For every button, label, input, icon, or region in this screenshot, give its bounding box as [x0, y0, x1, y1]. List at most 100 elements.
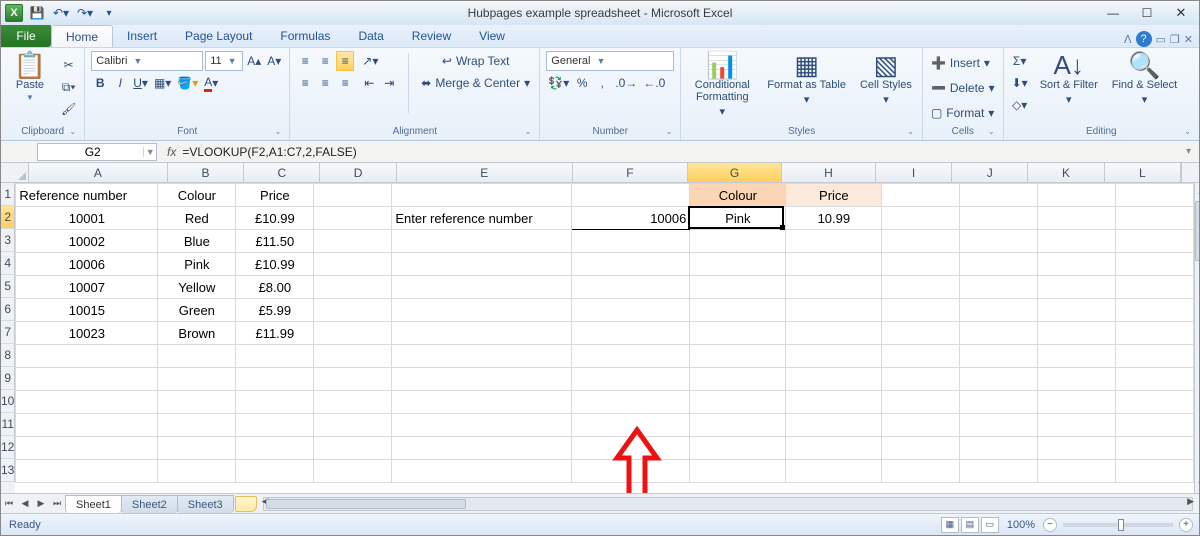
cell-K8[interactable]: [1038, 345, 1116, 368]
cell-K5[interactable]: [1038, 276, 1116, 299]
cell-D7[interactable]: [314, 322, 392, 345]
col-header-K[interactable]: K: [1028, 163, 1104, 182]
cell-G9[interactable]: [690, 368, 786, 391]
cell-E12[interactable]: [392, 437, 572, 460]
underline-button[interactable]: U▾: [131, 73, 150, 93]
sheet-tab-3[interactable]: Sheet3: [177, 495, 234, 513]
row-header-2[interactable]: 2: [1, 206, 15, 229]
cell-H1[interactable]: Price: [786, 184, 882, 207]
cell-J11[interactable]: [960, 414, 1038, 437]
cell-C3[interactable]: £11.50: [236, 230, 314, 253]
close-button[interactable]: ✕: [1167, 5, 1195, 21]
cell-C5[interactable]: £8.00: [236, 276, 314, 299]
cell-K11[interactable]: [1038, 414, 1116, 437]
cell-H5[interactable]: [786, 276, 882, 299]
fx-icon[interactable]: fx: [167, 145, 176, 159]
cell-I5[interactable]: [882, 276, 960, 299]
row-header-1[interactable]: 1: [1, 183, 15, 206]
fill-icon[interactable]: ⬇▾: [1010, 73, 1030, 93]
cell-F12[interactable]: [572, 437, 690, 460]
cell-K12[interactable]: [1038, 437, 1116, 460]
cell-A3[interactable]: 10002: [16, 230, 158, 253]
cell-D3[interactable]: [314, 230, 392, 253]
accounting-format-icon[interactable]: 💱▾: [546, 73, 571, 93]
cell-B6[interactable]: Green: [158, 299, 236, 322]
tab-formulas[interactable]: Formulas: [266, 25, 344, 47]
cell-F2[interactable]: 10006: [572, 207, 690, 230]
cell-E8[interactable]: [392, 345, 572, 368]
cell-D8[interactable]: [314, 345, 392, 368]
cell-C4[interactable]: £10.99: [236, 253, 314, 276]
cell-J12[interactable]: [960, 437, 1038, 460]
cell-I7[interactable]: [882, 322, 960, 345]
cell-E10[interactable]: [392, 391, 572, 414]
sort-filter-button[interactable]: A↓ Sort & Filter▾: [1036, 51, 1102, 108]
cells-area[interactable]: Reference number Colour Price Colour Pri…: [15, 183, 1194, 493]
insert-cells-button[interactable]: ➕Insert▾: [929, 53, 992, 73]
cell-G7[interactable]: [690, 322, 786, 345]
tab-insert[interactable]: Insert: [113, 25, 171, 47]
zoom-out-button[interactable]: −: [1043, 518, 1057, 532]
cell-C7[interactable]: £11.99: [236, 322, 314, 345]
minimize-ribbon-icon[interactable]: ᐱ: [1124, 33, 1132, 46]
decrease-indent-icon[interactable]: ⇤: [360, 73, 378, 93]
cell-K1[interactable]: [1038, 184, 1116, 207]
cell-F5[interactable]: [572, 276, 690, 299]
cell-K7[interactable]: [1038, 322, 1116, 345]
cell-D2[interactable]: [314, 207, 392, 230]
cell-G4[interactable]: [690, 253, 786, 276]
redo-icon[interactable]: ↷▾: [75, 3, 95, 23]
cell-D11[interactable]: [314, 414, 392, 437]
cell-G8[interactable]: [690, 345, 786, 368]
cell-H8[interactable]: [786, 345, 882, 368]
undo-icon[interactable]: ↶▾: [51, 3, 71, 23]
cell-E7[interactable]: [392, 322, 572, 345]
cell-A5[interactable]: 10007: [16, 276, 158, 299]
merge-center-button[interactable]: ⬌Merge & Center▾: [419, 73, 532, 93]
zoom-in-button[interactable]: +: [1179, 518, 1193, 532]
cell-H11[interactable]: [786, 414, 882, 437]
row-header-11[interactable]: 11: [1, 413, 15, 436]
align-center-icon[interactable]: ≡: [316, 73, 334, 93]
cell-C10[interactable]: [236, 391, 314, 414]
maximize-button[interactable]: ☐: [1133, 5, 1161, 21]
cell-B9[interactable]: [158, 368, 236, 391]
cell-C2[interactable]: £10.99: [236, 207, 314, 230]
find-select-button[interactable]: 🔍 Find & Select▾: [1108, 51, 1181, 108]
cell-F11[interactable]: [572, 414, 690, 437]
cell-L8[interactable]: [1116, 345, 1194, 368]
align-middle-icon[interactable]: ≡: [316, 51, 334, 71]
cell-J4[interactable]: [960, 253, 1038, 276]
cell-G11[interactable]: [690, 414, 786, 437]
cell-A8[interactable]: [16, 345, 158, 368]
align-bottom-icon[interactable]: ≡: [336, 51, 354, 71]
formula-bar-expand-icon[interactable]: ▾: [1178, 146, 1199, 157]
bold-button[interactable]: B: [91, 73, 109, 93]
cell-G6[interactable]: [690, 299, 786, 322]
sheet-nav-next-icon[interactable]: ▶: [33, 495, 49, 513]
decrease-decimal-icon[interactable]: ←.0: [641, 73, 667, 93]
cell-L10[interactable]: [1116, 391, 1194, 414]
vertical-scrollbar[interactable]: ▲ ▼: [1194, 183, 1199, 493]
cell-L6[interactable]: [1116, 299, 1194, 322]
cell-E6[interactable]: [392, 299, 572, 322]
cell-I11[interactable]: [882, 414, 960, 437]
row-header-5[interactable]: 5: [1, 275, 15, 298]
cell-F7[interactable]: [572, 322, 690, 345]
row-header-10[interactable]: 10: [1, 390, 15, 413]
cell-B3[interactable]: Blue: [158, 230, 236, 253]
wrap-text-button[interactable]: ↩Wrap Text: [419, 51, 532, 71]
cell-I8[interactable]: [882, 345, 960, 368]
percent-format-icon[interactable]: %: [573, 73, 591, 93]
cell-L11[interactable]: [1116, 414, 1194, 437]
view-page-break-button[interactable]: ▭: [981, 517, 999, 533]
cell-F13[interactable]: [572, 460, 690, 483]
col-header-F[interactable]: F: [573, 163, 688, 182]
cell-K2[interactable]: [1038, 207, 1116, 230]
cell-L4[interactable]: [1116, 253, 1194, 276]
cell-A9[interactable]: [16, 368, 158, 391]
cell-E3[interactable]: [392, 230, 572, 253]
cell-H10[interactable]: [786, 391, 882, 414]
row-header-3[interactable]: 3: [1, 229, 15, 252]
italic-button[interactable]: I: [111, 73, 129, 93]
